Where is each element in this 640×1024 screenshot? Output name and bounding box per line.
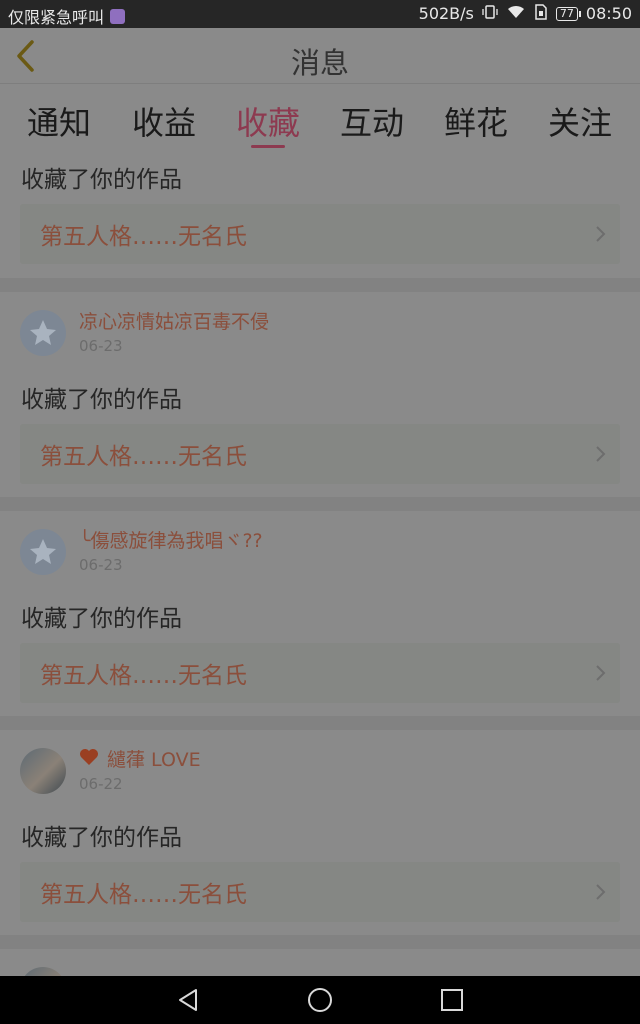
action-text: 收藏了你的作品 [21, 606, 182, 632]
divider [0, 278, 640, 292]
user-row[interactable] [20, 967, 66, 976]
username[interactable]: ╰傷感旋律為我唱ヾ?? [79, 529, 263, 553]
list-item [0, 949, 640, 976]
default-avatar-icon[interactable] [20, 529, 66, 575]
tab-interactions[interactable]: 互动 [327, 98, 417, 144]
list-item: 繾葎 LOVE 06-22 收藏了你的作品 第五人格……无名氏 [0, 730, 640, 935]
divider [0, 935, 640, 949]
action-text: 收藏了你的作品 [21, 167, 182, 193]
sim-icon [534, 4, 548, 23]
system-nav-bar [0, 976, 640, 1024]
app-header: 消息 [0, 28, 640, 84]
status-bar: 仅限紧急呼叫 502B/s 77 08:50 [0, 0, 640, 28]
work-link[interactable]: 第五人格……无名氏 [20, 643, 620, 703]
tab-bar: 通知 收益 收藏 互动 鲜花 关注 [0, 84, 640, 154]
list-item: 收藏了你的作品 第五人格……无名氏 [0, 154, 640, 278]
wifi-icon [506, 4, 526, 23]
home-circle-icon[interactable] [300, 984, 340, 1016]
clock: 08:50 [585, 4, 632, 23]
work-title: 第五人格……无名氏 [40, 663, 247, 689]
user-row[interactable]: 繾葎 LOVE 06-22 [20, 748, 201, 798]
list-item: 凉心凉情姑凉百毒不侵 06-23 收藏了你的作品 第五人格……无名氏 [0, 292, 640, 497]
work-title: 第五人格……无名氏 [40, 224, 247, 250]
vibrate-icon [482, 4, 498, 23]
user-row[interactable]: ╰傷感旋律為我唱ヾ?? 06-23 [20, 529, 263, 579]
recents-square-icon[interactable] [432, 984, 472, 1016]
photo-avatar[interactable] [20, 967, 66, 976]
favorites-list: 收藏了你的作品 第五人格……无名氏 凉心凉情姑凉百毒不侵 06-23 收藏了你的… [0, 154, 640, 976]
username[interactable]: 凉心凉情姑凉百毒不侵 [79, 310, 269, 334]
date: 06-22 [79, 775, 123, 793]
tab-follows[interactable]: 关注 [535, 98, 625, 144]
chevron-right-icon [580, 664, 620, 682]
chevron-right-icon [580, 445, 620, 463]
username-row[interactable]: 繾葎 LOVE [79, 748, 201, 772]
tab-earnings[interactable]: 收益 [119, 98, 209, 144]
date: 06-23 [79, 556, 123, 574]
active-tab-indicator [251, 145, 285, 148]
default-avatar-icon[interactable] [20, 310, 66, 356]
notification-icon [110, 8, 126, 24]
heart-icon [79, 748, 99, 772]
carrier-text: 仅限紧急呼叫 [8, 8, 105, 27]
date: 06-23 [79, 337, 123, 355]
divider [0, 497, 640, 511]
username[interactable]: 繾葎 LOVE [107, 748, 201, 772]
work-title: 第五人格……无名氏 [40, 882, 247, 908]
battery-icon: 77 [555, 6, 581, 21]
user-row[interactable]: 凉心凉情姑凉百毒不侵 06-23 [20, 310, 269, 360]
tab-favorites[interactable]: 收藏 [223, 98, 313, 144]
battery-level: 77 [559, 7, 574, 20]
list-item: ╰傷感旋律為我唱ヾ?? 06-23 收藏了你的作品 第五人格……无名氏 [0, 511, 640, 716]
photo-avatar[interactable] [20, 748, 66, 794]
work-link[interactable]: 第五人格……无名氏 [20, 862, 620, 922]
work-title: 第五人格……无名氏 [40, 444, 247, 470]
back-triangle-icon[interactable] [168, 984, 208, 1016]
divider [0, 716, 640, 730]
tab-flowers[interactable]: 鲜花 [431, 98, 521, 144]
network-speed: 502B/s [418, 4, 474, 23]
action-text: 收藏了你的作品 [21, 825, 182, 851]
tab-notifications[interactable]: 通知 [14, 98, 104, 144]
work-link[interactable]: 第五人格……无名氏 [20, 424, 620, 484]
chevron-right-icon [580, 225, 620, 243]
work-link[interactable]: 第五人格……无名氏 [20, 204, 620, 264]
page-title: 消息 [290, 46, 349, 80]
action-text: 收藏了你的作品 [21, 387, 182, 413]
chevron-right-icon [580, 883, 620, 901]
